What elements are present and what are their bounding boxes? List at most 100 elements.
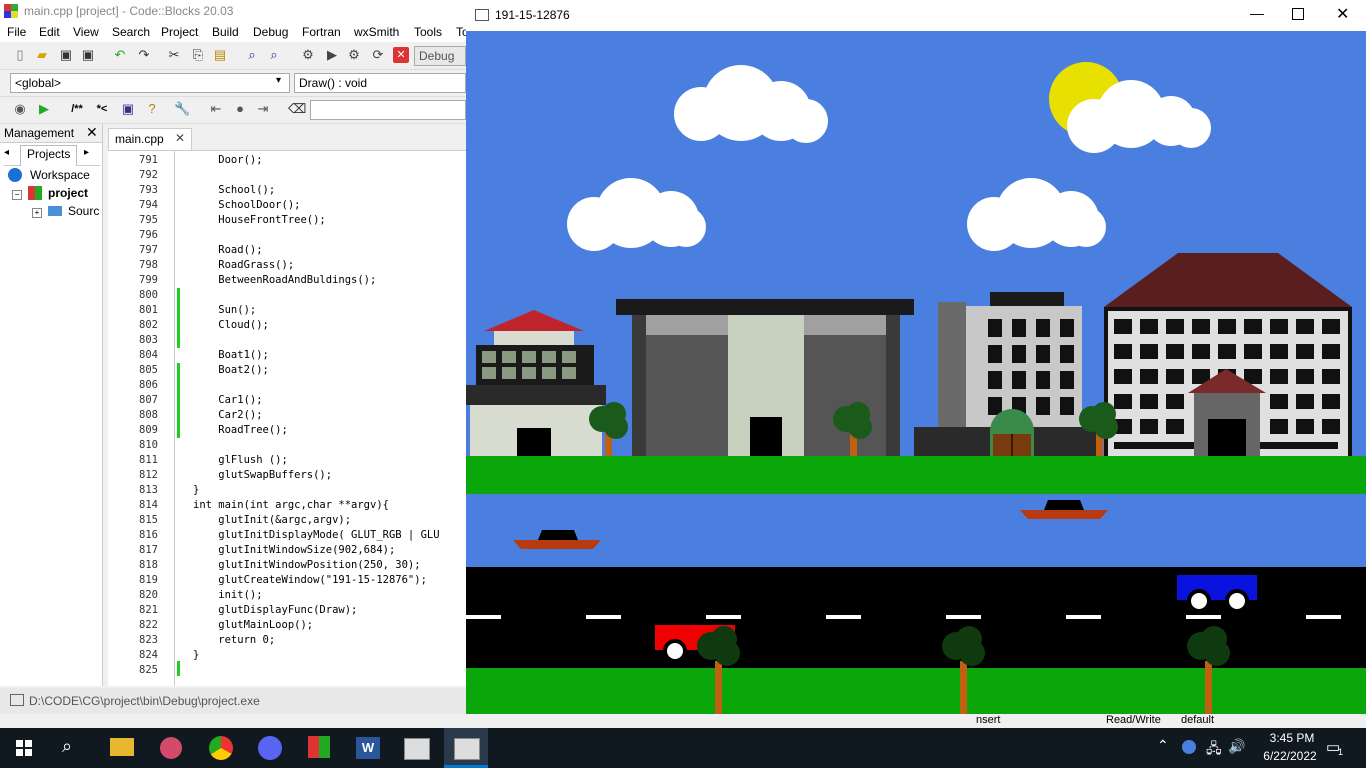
comment-icon[interactable]: /** xyxy=(64,101,90,117)
clock-date[interactable]: 6/22/2022 xyxy=(1252,749,1328,763)
code-text: glutInitWindowPosition(250, 30); xyxy=(193,559,421,571)
code-editor[interactable]: 791 Door(); 792 793 School(); 794 SchoolDoo… xyxy=(108,151,466,686)
code-text: glutMainLoop(); xyxy=(193,619,314,631)
menu-edit[interactable]: Edit xyxy=(39,25,60,39)
redo-icon[interactable]: ↷ xyxy=(136,47,152,63)
console-bar: D:\CODE\CG\project\bin\Debug\project.exe xyxy=(0,688,466,714)
volume-icon[interactable]: 🔊 xyxy=(1228,738,1245,755)
undo-icon[interactable]: ↶ xyxy=(112,47,128,63)
menu-fortran[interactable]: Fortran xyxy=(302,25,341,39)
apartment-window xyxy=(1114,319,1132,334)
code-text: glutDisplayFunc(Draw); xyxy=(193,604,358,616)
paint-icon[interactable] xyxy=(160,737,182,759)
code-line: 821 glutDisplayFunc(Draw); xyxy=(108,603,466,618)
file-explorer-icon[interactable] xyxy=(110,738,134,756)
debug-continue-icon[interactable]: ▶ xyxy=(36,101,52,117)
copy-icon[interactable]: ⎘ xyxy=(190,47,206,63)
tree-sources[interactable]: Sourc xyxy=(68,204,99,218)
abort-icon[interactable]: ✕ xyxy=(393,47,409,63)
menu-wxsmith[interactable]: wxSmith xyxy=(354,25,399,39)
window-icon[interactable]: ▣ xyxy=(120,101,136,117)
maximize-icon[interactable] xyxy=(1292,8,1304,20)
code-line: 803 xyxy=(108,333,466,348)
code-line: 824} xyxy=(108,648,466,663)
menu-debug[interactable]: Debug xyxy=(253,25,288,39)
network-icon[interactable]: 🖧 xyxy=(1206,738,1222,762)
code-text: glFlush (); xyxy=(193,454,288,466)
app-window-taskbar-icon[interactable] xyxy=(404,738,430,760)
menu-project[interactable]: Project xyxy=(161,25,198,39)
wrench-icon[interactable]: 🔧 xyxy=(174,101,190,117)
apartment-window xyxy=(1270,394,1288,409)
tab-projects[interactable]: Projects xyxy=(20,145,78,166)
save-icon[interactable]: ▣ xyxy=(58,47,74,63)
lane-mark xyxy=(1186,615,1221,619)
search-combo[interactable] xyxy=(310,100,466,120)
run-icon[interactable]: ▶ xyxy=(324,47,340,63)
build-run-icon[interactable]: ⚙ xyxy=(346,47,362,63)
function-select[interactable]: Draw() : void xyxy=(294,73,466,93)
project-icon xyxy=(28,186,42,200)
chevron-right-icon[interactable]: ▸ xyxy=(84,147,89,158)
code-line: 799 BetweenRoadAndBuldings(); xyxy=(108,273,466,288)
discord-icon[interactable] xyxy=(258,736,282,760)
menu-build[interactable]: Build xyxy=(212,25,239,39)
menu-view[interactable]: View xyxy=(73,25,99,39)
scope-select[interactable]: <global> xyxy=(10,73,290,93)
save-all-icon[interactable]: ▣ xyxy=(80,47,96,63)
search-icon[interactable]: ⌕ xyxy=(62,736,72,757)
lane-mark xyxy=(1066,615,1101,619)
apartment-window xyxy=(1166,419,1184,434)
debug-icon[interactable]: ◉ xyxy=(12,101,28,117)
close-window-icon[interactable]: ✕ xyxy=(1336,4,1349,24)
apartment-window xyxy=(1322,319,1340,334)
code-line: 809 RoadTree(); xyxy=(108,423,466,438)
build-gear-icon[interactable]: ⚙ xyxy=(300,47,316,63)
line-number: 796 xyxy=(139,229,158,241)
language-icon[interactable] xyxy=(1182,740,1196,754)
windows-start-icon[interactable] xyxy=(16,740,32,756)
chevron-left-icon[interactable]: ◂ xyxy=(4,147,9,158)
paste-icon[interactable]: ▤ xyxy=(212,47,228,63)
expand-icon[interactable]: + xyxy=(32,208,42,218)
doxygen-icon[interactable]: *< xyxy=(92,101,112,117)
code-line: 817 glutInitWindowSize(902,684); xyxy=(108,543,466,558)
new-file-icon[interactable]: ▯ xyxy=(12,47,28,63)
clock-time[interactable]: 3:45 PM xyxy=(1262,731,1322,745)
apartment-window xyxy=(1270,319,1288,334)
help-icon[interactable]: ? xyxy=(144,101,160,117)
cut-icon[interactable]: ✂ xyxy=(166,47,182,63)
menu-search[interactable]: Search xyxy=(112,25,150,39)
word-icon[interactable]: W xyxy=(356,737,380,759)
replace-icon[interactable]: ⌕ xyxy=(266,47,282,63)
minimize-icon[interactable]: — xyxy=(1250,5,1264,21)
status-mode: Read/Write xyxy=(1106,714,1161,726)
clear-icon[interactable]: ⌫ xyxy=(288,101,306,117)
open-folder-icon[interactable]: ▰ xyxy=(34,47,50,63)
codeblocks-taskbar-icon[interactable] xyxy=(308,736,330,758)
chrome-icon[interactable] xyxy=(209,736,233,760)
menu-tools[interactable]: Tools xyxy=(414,25,442,39)
next-bookmark-icon[interactable]: ⇥ xyxy=(255,101,271,117)
console-icon xyxy=(10,694,24,706)
chevron-down-icon[interactable]: ▾ xyxy=(276,75,281,86)
tab-main-cpp[interactable]: main.cpp ✕ xyxy=(108,128,192,150)
bookmark-icon[interactable]: ● xyxy=(232,101,248,117)
code-line: 792 xyxy=(108,168,466,183)
prev-bookmark-icon[interactable]: ⇤ xyxy=(208,101,224,117)
close-icon[interactable]: ✕ xyxy=(86,124,98,141)
collapse-icon[interactable]: − xyxy=(12,190,22,200)
gl-app-taskbar-icon[interactable] xyxy=(454,738,480,760)
menu-file[interactable]: File xyxy=(7,25,26,39)
tree-workspace[interactable]: Workspace xyxy=(30,168,90,182)
line-number: 816 xyxy=(139,529,158,541)
tree-project[interactable]: project xyxy=(48,186,88,200)
rebuild-icon[interactable]: ⟳ xyxy=(370,47,386,63)
find-icon[interactable]: ⌕ xyxy=(244,47,260,63)
close-tab-icon[interactable]: ✕ xyxy=(175,131,185,145)
code-line: 812 glutSwapBuffers(); xyxy=(108,468,466,483)
build-target-select[interactable]: Debug xyxy=(414,46,466,66)
chevron-up-icon[interactable]: ⌃ xyxy=(1157,737,1169,754)
code-line: 806 xyxy=(108,378,466,393)
apartment-window xyxy=(1322,419,1340,434)
